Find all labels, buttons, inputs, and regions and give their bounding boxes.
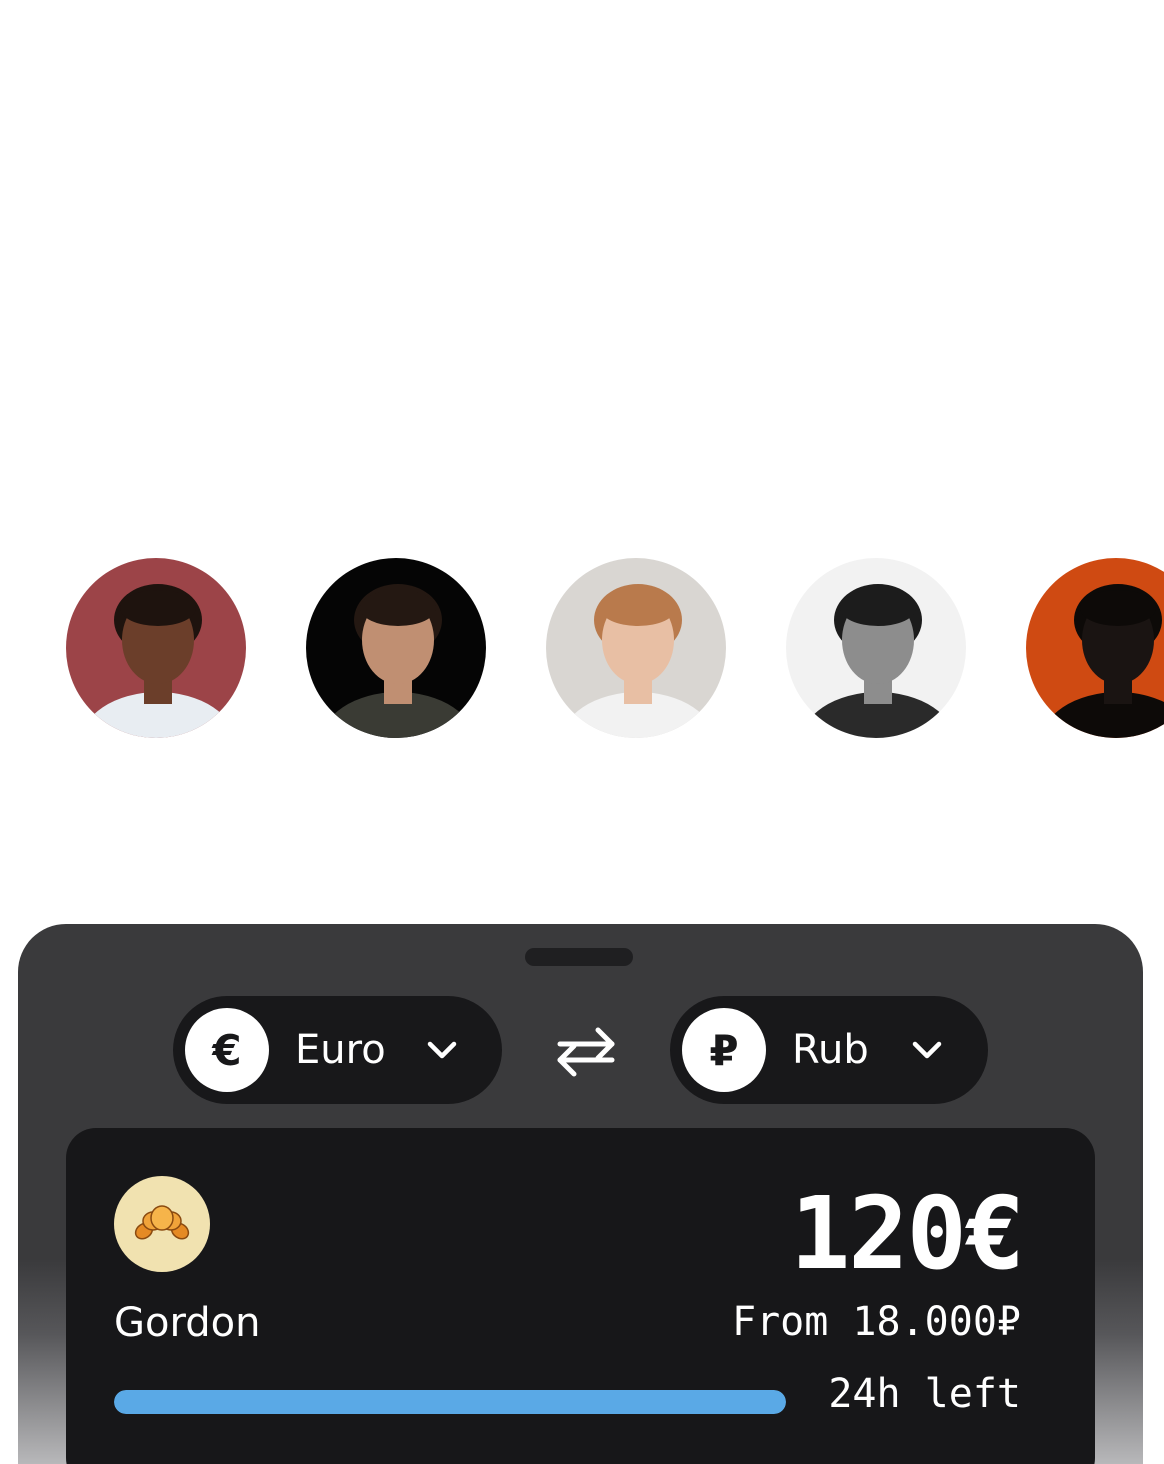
croissant-icon xyxy=(134,1205,190,1240)
avatar-carousel[interactable] xyxy=(0,558,1164,738)
avatar-man-dark-sweater[interactable] xyxy=(306,558,486,738)
avatar-portrait xyxy=(546,558,726,738)
avatar-woman-red-wall[interactable] xyxy=(66,558,246,738)
offer-amount: 120€ xyxy=(790,1175,1025,1292)
merchant-name: Gordon xyxy=(114,1300,261,1346)
progress-fill xyxy=(114,1390,786,1414)
ruble-icon: ₽ xyxy=(682,1008,766,1092)
avatar-young-man-white-tee[interactable] xyxy=(546,558,726,738)
chevron-down-icon xyxy=(912,1041,942,1059)
avatar-portrait xyxy=(66,558,246,738)
offer-card[interactable]: Gordon 120€ From 18.000₽ 24h left xyxy=(66,1128,1095,1464)
avatar-curly-bearded-man-bw[interactable] xyxy=(786,558,966,738)
avatar-portrait xyxy=(306,558,486,738)
avatar-portrait xyxy=(1026,558,1164,738)
to-currency-label: Rub xyxy=(792,1027,869,1073)
offer-from-price: From 18.000₽ xyxy=(732,1299,1021,1345)
merchant-logo xyxy=(114,1176,210,1272)
progress-bar xyxy=(114,1390,786,1414)
chevron-down-icon xyxy=(427,1041,457,1059)
from-currency-selector[interactable]: € Euro xyxy=(173,996,502,1104)
from-currency-label: Euro xyxy=(295,1027,386,1073)
bottom-sheet: € Euro ₽ Rub Gordon 120€ From 18.000₽ 24… xyxy=(18,924,1143,1464)
time-left: 24h left xyxy=(828,1371,1021,1417)
avatar-portrait xyxy=(786,558,966,738)
euro-icon: € xyxy=(185,1008,269,1092)
to-currency-selector[interactable]: ₽ Rub xyxy=(670,996,988,1104)
avatar-man-orange-bg[interactable] xyxy=(1026,558,1164,738)
sheet-grabber[interactable] xyxy=(525,948,633,966)
swap-icon[interactable] xyxy=(554,1024,618,1078)
